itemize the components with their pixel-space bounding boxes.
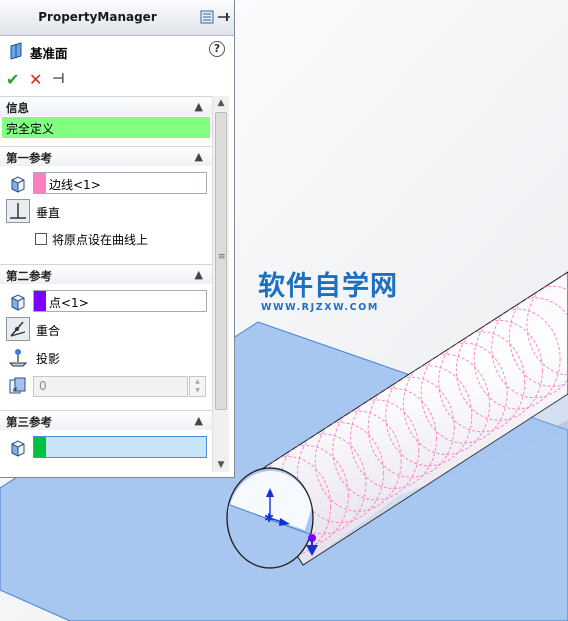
spin-down-icon[interactable]: ▼ [190, 386, 205, 395]
property-manager: PropertyManager 基准面 ? ✔ ✕ ⊣ 信息 ▲ 完全定义 第一… [0, 0, 235, 478]
first-reference-value: 边线<1> [49, 178, 101, 192]
info-title: 信息 [6, 101, 29, 115]
scroll-down-icon[interactable]: ▼ [213, 458, 229, 472]
cube-face-icon [8, 174, 28, 194]
instance-count-row: # 0 ▲ ▼ [0, 372, 212, 400]
first-reference-field[interactable]: 边线<1> [33, 172, 207, 194]
header-icons [199, 9, 231, 25]
scroll-thumb[interactable]: ≡ [215, 112, 227, 410]
cube-face-icon [8, 292, 28, 312]
projection-icon[interactable] [6, 345, 30, 369]
third-reference-selection-row [0, 434, 212, 462]
third-reference-swatch [34, 437, 46, 457]
projection-option[interactable]: 投影 [0, 344, 212, 372]
info-group-header[interactable]: 信息 ▲ [0, 96, 212, 116]
status-bar: 完全定义 [2, 117, 210, 138]
origin-on-curve-checkbox[interactable] [35, 233, 47, 245]
projection-label: 投影 [36, 352, 61, 366]
second-reference-value: 点<1> [49, 296, 89, 310]
instance-count-spinner[interactable]: ▲ ▼ [189, 376, 206, 397]
watermark-main: 软件自学网 [258, 271, 398, 302]
plane-icon [8, 42, 24, 63]
perpendicular-label: 垂直 [36, 206, 61, 220]
first-reference-header[interactable]: 第一参考 ▲ [0, 146, 212, 166]
watermark-url: WWW.RJZXW.COM [261, 302, 379, 313]
cube-face-icon [8, 438, 28, 458]
action-row: ✔ ✕ ⊣ [0, 68, 234, 92]
second-reference-header[interactable]: 第二参考 ▲ [0, 264, 212, 284]
origin-on-curve-row: 将原点设在曲线上 [0, 230, 212, 250]
third-reference-header[interactable]: 第三参考 ▲ [0, 410, 212, 430]
coincident-icon[interactable] [6, 317, 30, 341]
spin-up-icon[interactable]: ▲ [190, 377, 205, 386]
coincident-option[interactable]: 重合 [0, 316, 212, 344]
instance-count-input[interactable]: 0 [33, 376, 188, 397]
first-reference-group: 第一参考 ▲ 边线<1> 垂直 将原点设在曲线上 [0, 146, 212, 258]
pin-panel-icon[interactable] [216, 9, 231, 25]
second-reference-title: 第二参考 [6, 269, 52, 283]
chevron-up-icon[interactable]: ▲ [195, 100, 203, 113]
pm-title: PropertyManager [38, 10, 157, 24]
second-reference-field[interactable]: 点<1> [33, 290, 207, 312]
second-reference-swatch [34, 291, 46, 311]
third-reference-title: 第三参考 [6, 415, 52, 429]
ok-button[interactable]: ✔ [6, 70, 19, 89]
third-reference-field[interactable] [33, 436, 207, 458]
svg-text:#: # [12, 386, 18, 394]
third-reference-group: 第三参考 ▲ [0, 410, 212, 470]
feature-row: 基准面 ? [0, 37, 234, 64]
perpendicular-icon[interactable] [6, 199, 30, 223]
scroll-up-icon[interactable]: ▲ [213, 96, 229, 110]
second-reference-selection-row: 点<1> [0, 288, 212, 316]
pm-scrollbar[interactable]: ▲ ≡ ▼ [212, 96, 229, 472]
cancel-button[interactable]: ✕ [29, 70, 42, 89]
origin-marker: ✱ [264, 511, 274, 525]
perpendicular-option[interactable]: 垂直 [0, 198, 212, 226]
first-reference-title: 第一参考 [6, 151, 52, 165]
chevron-up-icon[interactable]: ▲ [195, 268, 203, 281]
first-reference-swatch [34, 173, 46, 193]
scroll-grip-icon: ≡ [218, 252, 226, 262]
coincident-label: 重合 [36, 324, 61, 338]
pushpin-button[interactable]: ⊣ [52, 71, 65, 87]
watermark: 软件自学网 WWW.RJZXW.COM [258, 272, 398, 314]
chevron-up-icon[interactable]: ▲ [195, 414, 203, 427]
help-icon[interactable]: ? [209, 41, 225, 57]
first-reference-selection-row: 边线<1> [0, 170, 212, 198]
chevron-up-icon[interactable]: ▲ [195, 150, 203, 163]
info-group: 信息 ▲ 完全定义 [0, 96, 212, 140]
pm-scroll-area[interactable]: 信息 ▲ 完全定义 第一参考 ▲ 边线<1> 垂直 将原点设在曲线上 第二参考 … [0, 96, 212, 472]
feature-name: 基准面 [30, 46, 68, 61]
second-reference-group: 第二参考 ▲ 点<1> 重合 投影 # 0 ▲ ▼ [0, 264, 212, 408]
origin-on-curve-label[interactable]: 将原点设在曲线上 [52, 231, 148, 248]
plane-instances-icon: # [8, 376, 28, 396]
status-text: 完全定义 [6, 122, 55, 136]
pm-header: PropertyManager [0, 0, 234, 36]
instance-count-value: 0 [39, 379, 47, 393]
panel-layout-icon[interactable] [199, 9, 214, 25]
